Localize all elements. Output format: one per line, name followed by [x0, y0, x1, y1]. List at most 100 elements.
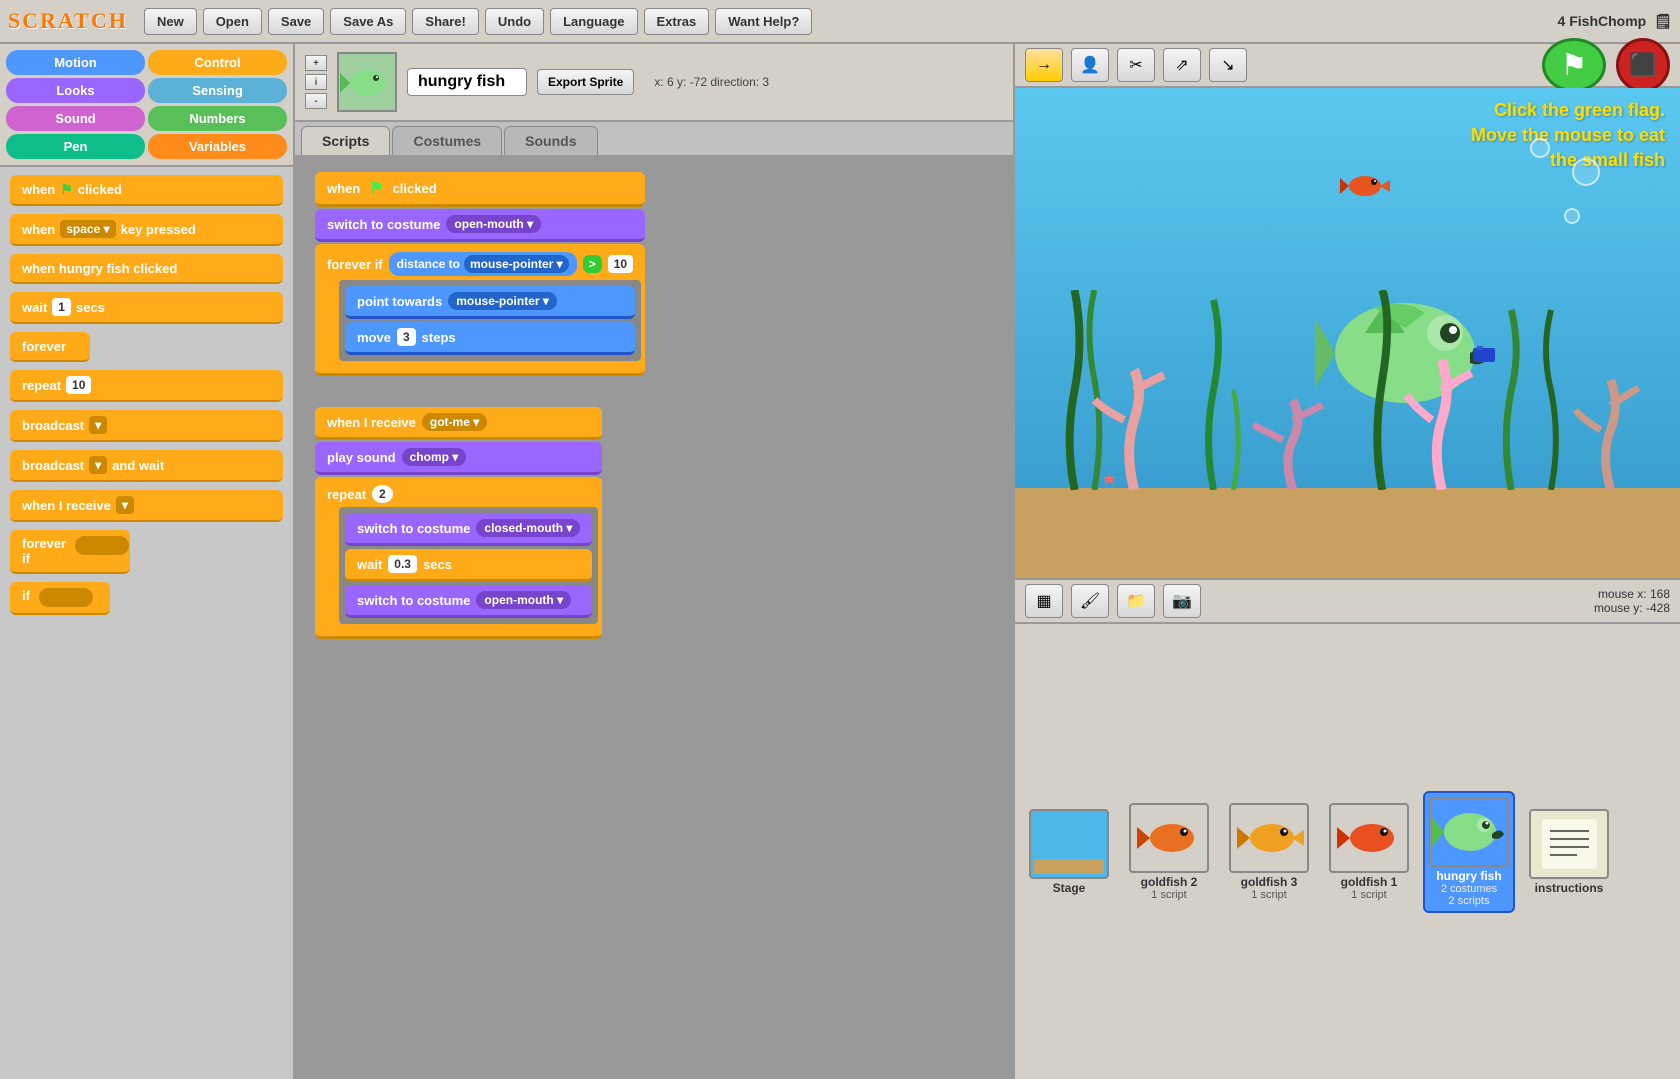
- block-repeat[interactable]: repeat 10: [10, 370, 283, 402]
- goldfish3-thumb-img: [1229, 803, 1309, 873]
- project-title: 4 FishChomp: [1558, 13, 1647, 29]
- hungry-fish-costumes: 2 costumes: [1441, 883, 1497, 895]
- script-group-2: when I receive got-me ▾ play sound chomp…: [315, 407, 602, 639]
- stage-thumb[interactable]: Stage: [1023, 803, 1115, 901]
- mouse-y-value: -428: [1646, 601, 1670, 615]
- topbar: SCRATCH New Open Save Save As Share! Und…: [0, 0, 1680, 44]
- category-looks[interactable]: Looks: [6, 78, 145, 103]
- block-when-sprite-clicked[interactable]: when hungry fish clicked: [10, 254, 283, 284]
- scripts-area[interactable]: when ⚑ clicked switch to costume open-mo…: [295, 157, 1013, 1079]
- category-numbers[interactable]: Numbers: [148, 106, 287, 131]
- stage-thumb-label: Stage: [1053, 881, 1086, 895]
- goldfish3-label: goldfish 3: [1241, 875, 1298, 889]
- scissors-tool[interactable]: ✂: [1117, 48, 1155, 82]
- contract-tool[interactable]: ↘: [1209, 48, 1247, 82]
- tabs-bar: Scripts Costumes Sounds: [295, 122, 1013, 157]
- goldfish1-label: goldfish 1: [1341, 875, 1398, 889]
- goldfish1-thumb[interactable]: goldfish 1 1 script: [1323, 797, 1415, 907]
- hungry-fish-scripts: 2 scripts: [1449, 895, 1490, 907]
- stage-view-btn[interactable]: ▦: [1025, 584, 1063, 618]
- ocean-floor: [1015, 488, 1680, 578]
- folder-tool-btn[interactable]: 📁: [1117, 584, 1155, 618]
- tab-sounds[interactable]: Sounds: [504, 126, 597, 155]
- expand-tool[interactable]: ⇗: [1163, 48, 1201, 82]
- project-icon: 🗒: [1654, 13, 1672, 30]
- mouse-y-label: mouse y:: [1594, 601, 1646, 615]
- block-wait[interactable]: wait 1 secs: [10, 292, 283, 324]
- instructions-thumb[interactable]: instructions: [1523, 803, 1615, 901]
- sprites-panel: Stage goldfish 2 1 script: [1015, 622, 1680, 1079]
- block-if[interactable]: if: [10, 582, 110, 615]
- project-title-area: 4 FishChomp 🗒: [1558, 13, 1672, 30]
- repeat-body: switch to costume closed-mouth ▾ wait 0.…: [339, 507, 598, 624]
- stage-thumb-img: [1029, 809, 1109, 879]
- goldfish1-scripts: 1 script: [1351, 889, 1386, 901]
- block-broadcast[interactable]: broadcast ▾: [10, 410, 283, 442]
- block-broadcast-wait[interactable]: broadcast ▾ and wait: [10, 450, 283, 482]
- new-button[interactable]: New: [144, 8, 197, 35]
- block-switch-costume-open[interactable]: switch to costume open-mouth ▾: [345, 585, 592, 618]
- category-control[interactable]: Control: [148, 50, 287, 75]
- block-forever-if[interactable]: forever if: [10, 530, 130, 574]
- goldfish2-scripts: 1 script: [1151, 889, 1186, 901]
- block-switch-costume-closed[interactable]: switch to costume closed-mouth ▾: [345, 513, 592, 546]
- goldfish3-thumb[interactable]: goldfish 3 1 script: [1223, 797, 1315, 907]
- share-button[interactable]: Share!: [412, 8, 478, 35]
- sprite-coords: x: 6 y: -72 direction: 3: [654, 75, 769, 89]
- bubble-5: [1572, 158, 1600, 186]
- instructions-thumb-img: [1529, 809, 1609, 879]
- categories-panel: Motion Control Looks Sensing Sound Numbe…: [0, 44, 293, 167]
- block-switch-costume-1[interactable]: switch to costume open-mouth ▾: [315, 209, 645, 242]
- block-move-steps[interactable]: move 3 steps: [345, 322, 635, 355]
- language-button[interactable]: Language: [550, 8, 637, 35]
- sprite-name-box[interactable]: hungry fish: [407, 68, 527, 96]
- sprite-thumbnail: [337, 52, 397, 112]
- tab-costumes[interactable]: Costumes: [392, 126, 502, 155]
- block-wait-secs[interactable]: wait 0.3 secs: [345, 549, 592, 582]
- category-sensing[interactable]: Sensing: [148, 78, 287, 103]
- paint-tool-btn[interactable]: 🖌: [1071, 584, 1109, 618]
- green-flag-button[interactable]: ⚑: [1542, 38, 1606, 92]
- block-play-sound[interactable]: play sound chomp ▾: [315, 442, 602, 475]
- block-forever[interactable]: forever: [10, 332, 90, 362]
- goldfish2-label: goldfish 2: [1141, 875, 1198, 889]
- hungry-fish-thumb[interactable]: hungry fish 2 costumes 2 scripts: [1423, 791, 1515, 913]
- block-when-receive-gotme[interactable]: when I receive got-me ▾: [315, 407, 602, 440]
- goldfish-sprite: [1340, 168, 1390, 206]
- extras-button[interactable]: Extras: [644, 8, 710, 35]
- goldfish2-thumb[interactable]: goldfish 2 1 script: [1123, 797, 1215, 907]
- save-as-button[interactable]: Save As: [330, 8, 406, 35]
- category-sound[interactable]: Sound: [6, 106, 145, 131]
- block-when-clicked[interactable]: when ⚑ clicked: [10, 175, 283, 206]
- export-sprite-button[interactable]: Export Sprite: [537, 69, 634, 95]
- block-forever-if-container[interactable]: forever if distance to mouse-pointer ▾ >…: [315, 244, 645, 376]
- block-when-key-pressed[interactable]: when space ▾ key pressed: [10, 214, 283, 246]
- open-button[interactable]: Open: [203, 8, 262, 35]
- camera-tool-btn[interactable]: 📷: [1163, 584, 1201, 618]
- block-when-flag-clicked[interactable]: when ⚑ clicked: [315, 172, 645, 207]
- undo-button[interactable]: Undo: [485, 8, 544, 35]
- main-layout: Motion Control Looks Sensing Sound Numbe…: [0, 44, 1680, 1079]
- tab-scripts[interactable]: Scripts: [301, 126, 390, 155]
- category-variables[interactable]: Variables: [148, 134, 287, 159]
- block-point-towards[interactable]: point towards mouse-pointer ▾: [345, 286, 635, 319]
- sprite-grow-btn[interactable]: +: [305, 55, 327, 71]
- sprite-shrink-btn[interactable]: -: [305, 93, 327, 109]
- stage-canvas[interactable]: Click the green flag.Move the mouse to e…: [1015, 88, 1680, 578]
- center-panel: + i - hungry fish Export Sprite x: 6 y: …: [295, 44, 1015, 1079]
- mouse-coords: mouse x: 168 mouse y: -428: [1594, 587, 1670, 615]
- person-tool[interactable]: 👤: [1071, 48, 1109, 82]
- block-repeat-container[interactable]: repeat 2 switch to costume closed-mouth …: [315, 477, 602, 639]
- sprite-controls: + i -: [305, 55, 327, 109]
- bubble-7: [1530, 138, 1550, 158]
- category-pen[interactable]: Pen: [6, 134, 145, 159]
- block-when-receive[interactable]: when I receive ▾: [10, 490, 283, 522]
- sprite-info-btn[interactable]: i: [305, 74, 327, 90]
- save-button[interactable]: Save: [268, 8, 324, 35]
- sprite-header: + i - hungry fish Export Sprite x: 6 y: …: [295, 44, 1013, 122]
- mouse-x-label: mouse x:: [1598, 587, 1650, 601]
- help-button[interactable]: Want Help?: [715, 8, 812, 35]
- category-motion[interactable]: Motion: [6, 50, 145, 75]
- stop-button[interactable]: ⬛: [1616, 38, 1670, 92]
- cursor-tool[interactable]: →: [1025, 48, 1063, 82]
